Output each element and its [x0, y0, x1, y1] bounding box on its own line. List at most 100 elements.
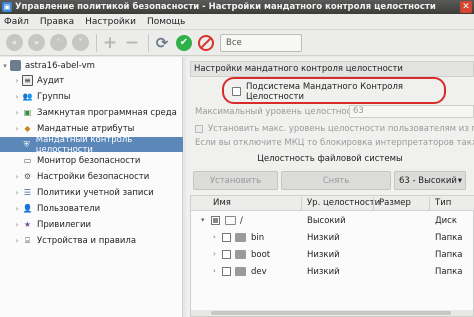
app-icon: ▣ [2, 2, 12, 12]
expand-arrow-icon[interactable]: › [12, 221, 22, 229]
privileges-icon: ★ [23, 220, 32, 229]
row-type: Папка [435, 250, 463, 260]
window-title: Управление политикой безопасности - Наст… [15, 2, 436, 12]
tree-root-label: astra16-abel-vm [25, 60, 95, 71]
tree-item-integrity[interactable]: ⛨ Мандатный контроль целостности [0, 135, 183, 155]
tree-item-closed-env[interactable]: › ▣ Замкнутая программная среда [0, 105, 183, 120]
expand-arrow-icon[interactable]: › [12, 237, 22, 245]
menu-file[interactable]: Файл [4, 17, 29, 27]
row-checkbox[interactable] [222, 233, 231, 242]
fs-integrity-caption: Целостность файловой системы [257, 154, 403, 164]
remove-button[interactable]: Снять [281, 171, 391, 190]
tree-root[interactable]: ▾ astra16-abel-vm [0, 58, 183, 73]
drive-icon [225, 216, 236, 225]
option-set-max-level[interactable]: Установить макс. уровень целостности пол… [195, 123, 474, 135]
tree-item-label: Монитор безопасности [37, 155, 141, 166]
row-level: Низкий [307, 267, 340, 277]
integrity-icon: ⛨ [23, 139, 30, 149]
tree-item-devices[interactable]: › ⌸ Устройства и правила [0, 233, 183, 248]
row-checkbox[interactable] [211, 216, 220, 225]
horizontal-scrollbar[interactable] [191, 310, 473, 316]
tree-item-label: Привилегии [37, 219, 92, 230]
tree-item-security-settings[interactable]: › ⚙ Настройки безопасности [0, 169, 183, 184]
forward-icon[interactable]: » [28, 34, 45, 51]
tree-item-label: Аудит [37, 75, 65, 86]
option-set-max-level-checkbox[interactable] [195, 125, 203, 133]
mac-subsystem-toggle[interactable]: Подсистема Мандатного Контроля Целостнос… [232, 81, 432, 102]
collapse-arrow-icon[interactable]: ▾ [201, 216, 205, 224]
menu-bar: Файл Правка Настройки Помощь [0, 14, 474, 30]
row-level: Низкий [307, 233, 340, 243]
add-icon[interactable]: + [102, 33, 118, 53]
fs-button-row: Установить Снять 63 - Высокий ▾ [193, 171, 466, 190]
apply-icon[interactable]: ✔ [176, 34, 192, 51]
title-bar: ▣ Управление политикой безопасности - На… [0, 0, 474, 14]
cancel-icon[interactable] [198, 34, 214, 51]
table-row[interactable]: › dev Низкий Папка [191, 263, 474, 280]
tree-item-audit[interactable]: › ≡ Аудит [0, 73, 183, 88]
filter-select[interactable]: Все [220, 33, 302, 52]
option-warning-label: Если вы отключите МКЦ то блокировка инте… [195, 138, 474, 148]
dropdown-arrow-icon: ▾ [457, 175, 462, 186]
tree-item-groups[interactable]: › 👥 Группы [0, 89, 183, 104]
tree-item-account-policy[interactable]: › ☰ Политики учетной записи [0, 185, 183, 200]
max-level-label: Максимальный уровень целостности [195, 107, 362, 117]
row-type: Диск [435, 216, 457, 226]
expand-arrow-icon[interactable]: › [12, 189, 22, 197]
collapse-arrow-icon[interactable]: ▾ [0, 62, 10, 70]
scrollbar-thumb[interactable] [211, 311, 451, 315]
menu-help[interactable]: Помощь [147, 17, 185, 27]
expand-arrow-icon[interactable]: › [213, 267, 216, 275]
set-button[interactable]: Установить [193, 171, 278, 190]
menu-settings[interactable]: Настройки [85, 17, 136, 27]
folder-icon [235, 233, 246, 242]
down-icon[interactable]: ˅ [72, 34, 89, 51]
level-select[interactable]: 63 - Высокий ▾ [394, 171, 466, 190]
expand-arrow-icon[interactable]: › [12, 77, 22, 85]
tree-item-label: Мандатные атрибуты [37, 123, 135, 134]
tree-item-label: Политики учетной записи [37, 187, 154, 198]
col-name[interactable]: Имя [213, 198, 231, 208]
expand-arrow-icon[interactable]: › [12, 125, 22, 133]
fs-table: Имя Ур. целостности Размер Тип ▾ / Высок… [190, 195, 474, 317]
back-icon[interactable]: « [6, 34, 23, 51]
tree-item-users[interactable]: › 👤 Пользователи [0, 201, 183, 216]
row-checkbox[interactable] [222, 267, 231, 276]
col-level[interactable]: Ур. целостности [307, 198, 380, 208]
max-level-input[interactable]: 63 [349, 105, 474, 118]
table-row[interactable]: › boot Низкий Папка [191, 246, 474, 263]
col-separator [429, 197, 430, 210]
row-level: Высокий [307, 216, 346, 226]
col-type[interactable]: Тип [435, 198, 451, 208]
expand-arrow-icon[interactable]: › [12, 205, 22, 213]
mac-subsystem-checkbox[interactable] [232, 87, 241, 96]
panel-header: Настройки мандатного контроля целостност… [190, 61, 474, 77]
expand-arrow-icon[interactable]: › [12, 173, 22, 181]
menu-edit[interactable]: Правка [40, 17, 74, 27]
refresh-icon[interactable]: ⟳ [154, 34, 170, 52]
groups-icon: 👥 [22, 92, 33, 101]
table-row[interactable]: › bin Низкий Папка [191, 229, 474, 246]
row-name: dev [251, 267, 267, 277]
expand-arrow-icon[interactable]: › [12, 109, 22, 117]
expand-arrow-icon[interactable]: › [12, 93, 22, 101]
up-icon[interactable]: ˄ [50, 34, 67, 51]
row-type: Папка [435, 267, 463, 277]
option-set-max-level-label: Установить макс. уровень целостности пол… [208, 124, 474, 134]
computer-icon [10, 60, 21, 71]
close-button[interactable]: ✕ [460, 1, 472, 13]
expand-arrow-icon[interactable]: › [213, 250, 216, 258]
remove-icon[interactable]: − [124, 33, 140, 53]
row-name: / [240, 216, 243, 226]
mac-subsystem-label: Подсистема Мандатного Контроля Целостнос… [246, 81, 403, 102]
account-policy-icon: ☰ [23, 188, 32, 197]
audit-icon: ≡ [22, 75, 33, 86]
tree-item-monitor[interactable]: ▭ Монитор безопасности [0, 153, 183, 168]
users-icon: 👤 [22, 204, 33, 213]
expand-arrow-icon[interactable]: › [213, 233, 216, 241]
row-checkbox[interactable] [222, 250, 231, 259]
folder-icon [235, 267, 246, 276]
table-row[interactable]: ▾ / Высокий Диск [191, 212, 474, 229]
tree-item-privileges[interactable]: › ★ Привилегии [0, 217, 183, 232]
col-size[interactable]: Размер [379, 198, 411, 208]
